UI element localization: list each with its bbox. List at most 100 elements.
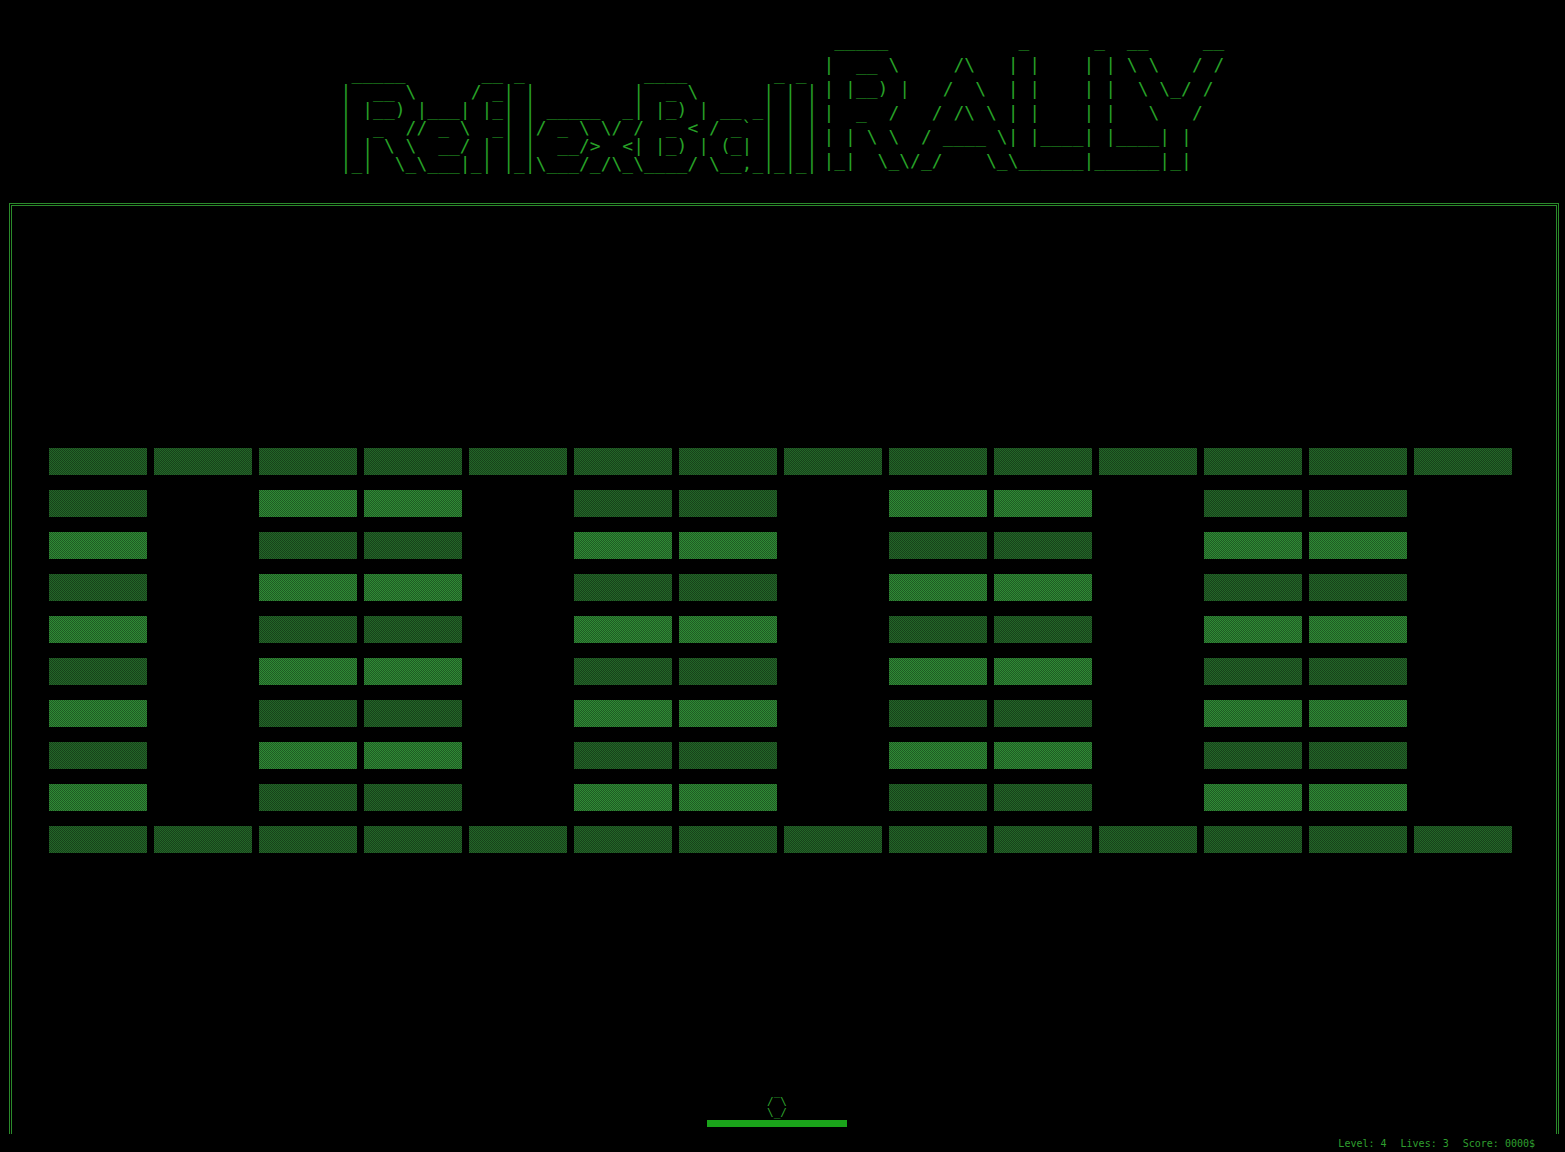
brick [469, 826, 567, 853]
brick [784, 784, 882, 811]
brick [49, 532, 147, 559]
brick [574, 532, 672, 559]
brick [679, 574, 777, 601]
brick [154, 784, 252, 811]
brick [469, 742, 567, 769]
brick [679, 742, 777, 769]
brick [154, 826, 252, 853]
brick [889, 700, 987, 727]
brick [259, 742, 357, 769]
brick [1309, 658, 1407, 685]
brick [1414, 700, 1512, 727]
brick [1414, 532, 1512, 559]
brick [259, 826, 357, 853]
brick [259, 658, 357, 685]
brick [679, 826, 777, 853]
brick-grid [49, 448, 1556, 853]
player: /‾\ \_/ [707, 1096, 847, 1127]
brick [889, 742, 987, 769]
brick [469, 448, 567, 475]
brick [784, 826, 882, 853]
brick [1099, 700, 1197, 727]
brick [784, 616, 882, 643]
status-item: Level: 4 [1338, 1138, 1386, 1149]
status-item: Score: 0000$ [1463, 1138, 1535, 1149]
brick [574, 490, 672, 517]
brick [889, 532, 987, 559]
brick [364, 616, 462, 643]
brick [364, 742, 462, 769]
brick [1414, 784, 1512, 811]
brick [994, 532, 1092, 559]
brick [784, 490, 882, 517]
brick [364, 658, 462, 685]
brick [1099, 448, 1197, 475]
brick [469, 574, 567, 601]
brick [364, 532, 462, 559]
brick [679, 784, 777, 811]
brick [1204, 448, 1302, 475]
brick [1204, 616, 1302, 643]
brick [574, 658, 672, 685]
brick [679, 700, 777, 727]
brick [259, 700, 357, 727]
brick [154, 532, 252, 559]
brick [49, 784, 147, 811]
brick [574, 700, 672, 727]
brick [994, 616, 1092, 643]
brick [1099, 616, 1197, 643]
brick [1204, 742, 1302, 769]
brick [994, 742, 1092, 769]
brick [889, 784, 987, 811]
brick [49, 742, 147, 769]
brick [1414, 490, 1512, 517]
brick [1099, 826, 1197, 853]
brick [364, 574, 462, 601]
brick [679, 490, 777, 517]
brick [994, 490, 1092, 517]
title-header: _____ __ _ ____ _ _ | __ \ / _| | | _ \ … [0, 0, 1565, 203]
brick [154, 742, 252, 769]
brick [994, 826, 1092, 853]
brick [1099, 490, 1197, 517]
brick [784, 448, 882, 475]
brick [1099, 742, 1197, 769]
brick [1309, 574, 1407, 601]
brick [1099, 532, 1197, 559]
brick [364, 826, 462, 853]
brick [469, 700, 567, 727]
brick [574, 448, 672, 475]
brick [1414, 826, 1512, 853]
brick [154, 490, 252, 517]
brick [784, 532, 882, 559]
brick [1309, 826, 1407, 853]
brick [1204, 490, 1302, 517]
brick [49, 574, 147, 601]
play-field[interactable]: /‾\ \_/ [9, 203, 1559, 1134]
brick [994, 574, 1092, 601]
brick [49, 700, 147, 727]
brick [154, 574, 252, 601]
brick [1309, 700, 1407, 727]
brick [1099, 784, 1197, 811]
brick [1414, 658, 1512, 685]
brick [469, 616, 567, 643]
brick [49, 490, 147, 517]
brick [49, 658, 147, 685]
brick [889, 826, 987, 853]
brick [469, 784, 567, 811]
brick [889, 448, 987, 475]
ball: /‾\ \_/ [767, 1096, 787, 1118]
brick [154, 700, 252, 727]
paddle[interactable] [707, 1120, 847, 1127]
brick [364, 448, 462, 475]
brick [1204, 574, 1302, 601]
brick [784, 574, 882, 601]
brick [259, 616, 357, 643]
brick [679, 616, 777, 643]
brick [259, 448, 357, 475]
brick [889, 490, 987, 517]
title-rally: _____ _ _ __ __ | __ \ /\ | | | | \ \ / … [823, 29, 1224, 173]
brick [1204, 826, 1302, 853]
brick [364, 784, 462, 811]
